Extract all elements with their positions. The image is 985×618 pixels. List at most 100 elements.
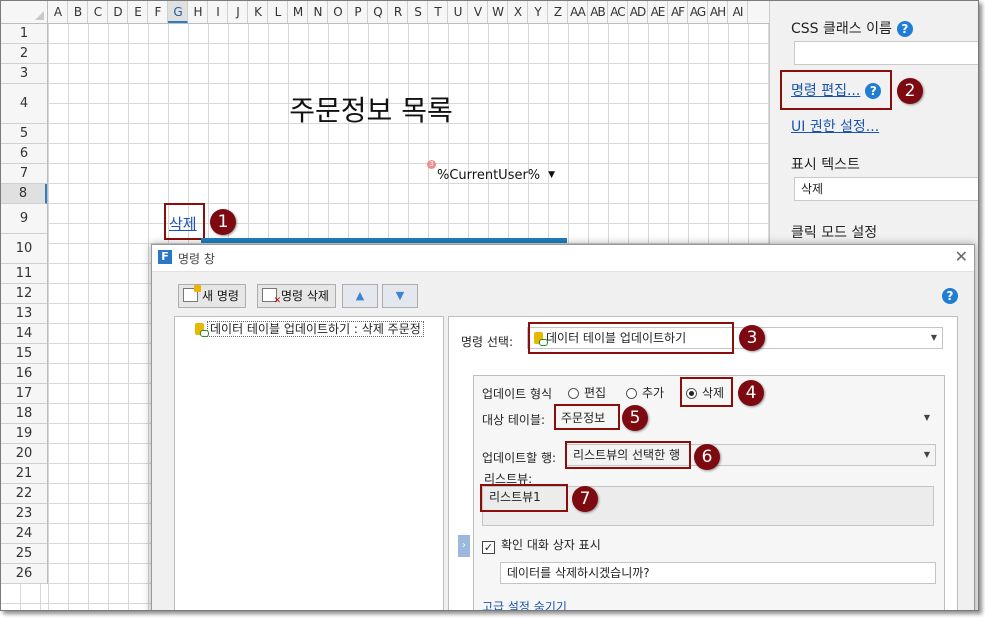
close-icon[interactable]: ✕ xyxy=(955,247,968,266)
css-class-input[interactable] xyxy=(794,41,978,65)
row-header-26[interactable]: 26 xyxy=(1,564,47,584)
row-header-12[interactable]: 12 xyxy=(1,284,47,304)
confirm-dialog-checkbox[interactable]: ✓ 확인 대화 상자 표시 xyxy=(482,536,601,554)
column-header-r[interactable]: R xyxy=(388,1,408,23)
display-text-label: 표시 텍스트 xyxy=(791,157,860,173)
radio-edit-label: 편집 xyxy=(584,386,607,400)
radio-edit[interactable]: 편집 xyxy=(568,384,606,401)
highlight-box-2 xyxy=(780,70,892,110)
delete-command-button[interactable]: 명령 삭제 xyxy=(257,284,336,308)
column-header-m[interactable]: M xyxy=(288,1,308,23)
row-header-23[interactable]: 23 xyxy=(1,504,47,524)
column-header-n[interactable]: N xyxy=(308,1,328,23)
column-header-e[interactable]: E xyxy=(128,1,148,23)
column-header-o[interactable]: O xyxy=(328,1,348,23)
row-header-25[interactable]: 25 xyxy=(1,544,47,564)
row-header-2[interactable]: 2 xyxy=(1,44,47,64)
row-header-16[interactable]: 16 xyxy=(1,364,47,384)
column-header-ah[interactable]: AH xyxy=(708,1,728,23)
move-down-button[interactable]: ▼ xyxy=(382,284,418,308)
column-header-c[interactable]: C xyxy=(88,1,108,23)
new-command-button[interactable]: 새 명령 xyxy=(178,284,246,308)
row-header-14[interactable]: 14 xyxy=(1,324,47,344)
column-header-ag[interactable]: AG xyxy=(688,1,708,23)
column-header-ae[interactable]: AE xyxy=(648,1,668,23)
dropdown-arrow-icon: ▼ xyxy=(923,413,930,422)
app-logo-icon: F xyxy=(158,250,172,264)
column-header-ai[interactable]: AI xyxy=(728,1,748,23)
highlight-box-7 xyxy=(480,484,568,512)
column-header-ad[interactable]: AD xyxy=(628,1,648,23)
row-header-8[interactable]: 8 xyxy=(1,184,47,204)
row-header-19[interactable]: 19 xyxy=(1,424,47,444)
select-all-corner[interactable] xyxy=(1,1,48,23)
confirm-message-value: 데이터를 삭제하시겠습니까? xyxy=(507,566,650,580)
command-tree[interactable]: 데이터 테이블 업데이트하기 : 삭제 주문정 xyxy=(174,316,444,610)
column-header-q[interactable]: Q xyxy=(368,1,388,23)
advanced-settings-link[interactable]: 고급 설정 숨기기 xyxy=(482,598,567,610)
radio-edit-icon xyxy=(568,388,579,399)
column-header-ab[interactable]: AB xyxy=(588,1,608,23)
update-row-label: 업데이트할 행: xyxy=(482,451,557,465)
row-header-18[interactable]: 18 xyxy=(1,404,47,424)
row-header-13[interactable]: 13 xyxy=(1,304,47,324)
column-header-f[interactable]: F xyxy=(148,1,168,23)
column-header-u[interactable]: U xyxy=(448,1,468,23)
radio-add[interactable]: 추가 xyxy=(626,384,664,401)
dialog-help-icon[interactable]: ? xyxy=(942,288,958,304)
row-header-22[interactable]: 22 xyxy=(1,484,47,504)
delete-command-icon xyxy=(262,288,281,306)
help-icon[interactable]: ? xyxy=(896,21,913,37)
column-header-d[interactable]: D xyxy=(108,1,128,23)
row-header-10[interactable]: 10 xyxy=(1,234,47,264)
dialog-titlebar[interactable]: F 명령 창 ✕ xyxy=(152,245,974,272)
confirm-message-input[interactable]: 데이터를 삭제하시겠습니까? xyxy=(500,562,936,584)
step-marker-7: 7 xyxy=(572,486,598,512)
column-header-b[interactable]: B xyxy=(68,1,88,23)
column-header-aa[interactable]: AA xyxy=(568,1,588,23)
column-header-y[interactable]: Y xyxy=(528,1,548,23)
step-marker-4: 4 xyxy=(738,380,764,406)
row-header-17[interactable]: 17 xyxy=(1,384,47,404)
column-header-t[interactable]: T xyxy=(428,1,448,23)
column-header-af[interactable]: AF xyxy=(668,1,688,23)
row-header-9[interactable]: 9 xyxy=(1,204,47,234)
highlight-box-1 xyxy=(164,203,205,240)
sheet-title[interactable]: 주문정보 목록 xyxy=(241,89,501,129)
column-header-a[interactable]: A xyxy=(48,1,68,23)
row-header-1[interactable]: 1 xyxy=(1,24,47,44)
row-header-11[interactable]: 11 xyxy=(1,264,47,284)
row-header-5[interactable]: 5 xyxy=(1,124,47,144)
column-header-ac[interactable]: AC xyxy=(608,1,628,23)
column-header-p[interactable]: P xyxy=(348,1,368,23)
column-header-k[interactable]: K xyxy=(248,1,268,23)
app-window: A B C D E F G H I J K L M N O P Q R S T U V W X Y Z AA AB AC AD AE AF AG… xyxy=(0,0,979,611)
display-text-input[interactable]: 삭제 xyxy=(794,177,978,201)
column-header-z[interactable]: Z xyxy=(548,1,568,23)
row-header-4[interactable]: 4 xyxy=(1,84,47,124)
column-header-x[interactable]: X xyxy=(508,1,528,23)
row-header-20[interactable]: 20 xyxy=(1,444,47,464)
dropdown-arrow-icon[interactable]: ▼ xyxy=(548,170,555,180)
column-header-w[interactable]: W xyxy=(488,1,508,23)
column-header-l[interactable]: L xyxy=(268,1,288,23)
tree-item[interactable]: 데이터 테이블 업데이트하기 : 삭제 주문정 xyxy=(195,320,439,337)
column-header-h[interactable]: H xyxy=(188,1,208,23)
column-header-g[interactable]: G xyxy=(168,1,188,23)
current-user-cell[interactable]: %CurrentUser% ▼ xyxy=(437,168,555,183)
step-marker-6: 6 xyxy=(694,444,720,470)
column-header-s[interactable]: S xyxy=(408,1,428,23)
move-up-button[interactable]: ▲ xyxy=(342,284,378,308)
ui-permission-link[interactable]: UI 권한 설정... xyxy=(791,116,879,136)
row-header-7[interactable]: 7 xyxy=(1,164,47,184)
side-collapse-tab[interactable]: › xyxy=(458,535,470,557)
tree-item-label: 데이터 테이블 업데이트하기 : 삭제 주문정 xyxy=(207,321,424,337)
column-header-i[interactable]: I xyxy=(208,1,228,23)
row-header-24[interactable]: 24 xyxy=(1,524,47,544)
column-header-j[interactable]: J xyxy=(228,1,248,23)
row-header-21[interactable]: 21 xyxy=(1,464,47,484)
row-header-15[interactable]: 15 xyxy=(1,344,47,364)
row-header-3[interactable]: 3 xyxy=(1,64,47,84)
column-header-v[interactable]: V xyxy=(468,1,488,23)
row-header-6[interactable]: 6 xyxy=(1,144,47,164)
